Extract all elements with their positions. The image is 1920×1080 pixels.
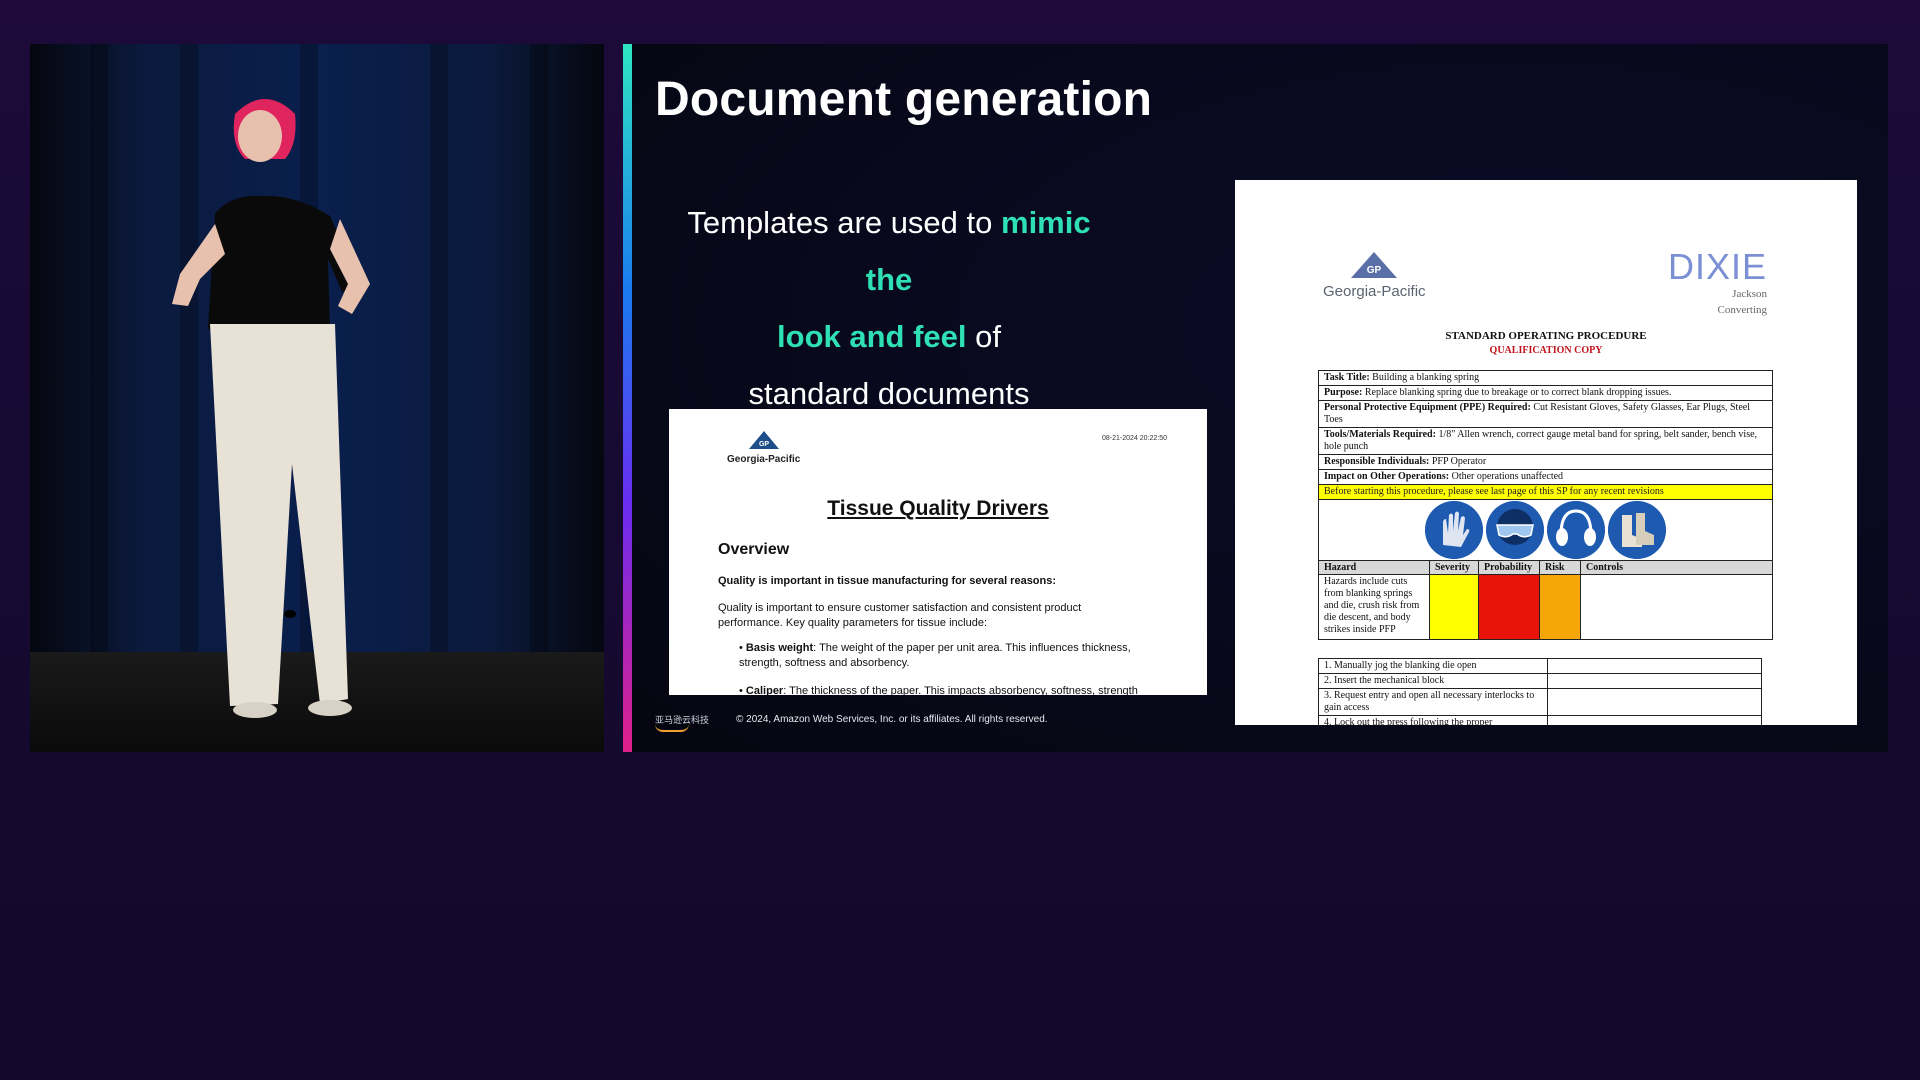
step-text: 4. Lock out the press following the prop… (1319, 716, 1548, 725)
controls-header: Controls (1580, 561, 1772, 575)
slide-title: Document generation (655, 73, 1153, 126)
document-intro: Quality is important to ensure customer … (718, 602, 1082, 629)
lead-highlight: look and feel (777, 319, 967, 354)
speaker-video (30, 44, 604, 752)
presentation-slide: Document generation Templates are used t… (623, 44, 1888, 752)
field-label: Impact on Other Operations: (1324, 471, 1450, 482)
bullet-term: Caliper (745, 685, 784, 695)
field-label: Purpose: (1324, 387, 1363, 398)
procedure-step: 4. Lock out the press following the prop… (1319, 716, 1761, 725)
field-label: Tools/Materials Required: (1324, 429, 1436, 440)
risk-header: Risk (1539, 561, 1581, 575)
field-label: Responsible Individuals: (1324, 456, 1430, 467)
ear-protection-icon (1547, 501, 1605, 559)
gp-logo: GP Georgia-Pacific (1323, 252, 1426, 300)
aws-logo-text: 亚马逊云科技 (655, 715, 710, 725)
sop-form: Task Title: Building a blanking spring P… (1318, 370, 1773, 640)
field-label: Personal Protective Equipment (PPE) Requ… (1324, 402, 1531, 413)
document-intro-bold: Quality is important in tissue manufactu… (718, 575, 1057, 587)
document-title: Tissue Quality Drivers (827, 497, 1049, 520)
safety-glasses-icon (1486, 501, 1544, 559)
procedure-step: 3. Request entry and open all necessary … (1319, 689, 1761, 716)
document-heading: Overview (718, 541, 790, 558)
sop-field: Tools/Materials Required: 1/8" Allen wre… (1319, 428, 1772, 455)
probability-cell (1478, 574, 1540, 639)
severity-header: Severity (1429, 561, 1479, 575)
hazard-header: Hazard (1319, 561, 1430, 575)
lead-text-part: of (966, 319, 1001, 354)
gp-logo-mark: GP (759, 441, 769, 448)
lead-text-part: Templates are used to (687, 205, 1001, 240)
gp-logo: GP Georgia-Pacific (727, 431, 800, 465)
sop-subheading: QUALIFICATION COPY (1489, 345, 1603, 356)
sop-heading: STANDARD OPERATING PROCEDURE (1445, 330, 1647, 342)
procedure-steps: 1. Manually jog the blanking die open 2.… (1318, 658, 1762, 725)
dixie-logo-sub: Converting (1717, 304, 1768, 316)
bullet-item: • Caliper: The thickness of the paper. T… (739, 685, 1138, 695)
document-timestamp: 08-21-2024 20:22:50 (1102, 435, 1167, 442)
gp-logo-text: Georgia-Pacific (727, 454, 801, 465)
slide-lead-text: Templates are used to mimic the look and… (673, 194, 1105, 422)
field-value: Other operations unaffected (1449, 471, 1564, 482)
sop-field: Purpose: Replace blanking spring due to … (1319, 386, 1772, 401)
gloves-icon (1425, 501, 1483, 559)
step-text: 1. Manually jog the blanking die open (1319, 659, 1548, 673)
dixie-logo-sub: Jackson (1732, 288, 1767, 300)
speaker-figure (172, 99, 370, 718)
procedure-step: 2. Insert the mechanical block (1319, 674, 1761, 689)
hazard-cell: Hazards include cuts from blanking sprin… (1319, 574, 1430, 639)
step-text: 3. Request entry and open all necessary … (1319, 689, 1548, 715)
steel-toe-boots-icon (1608, 501, 1666, 559)
sop-field: Task Title: Building a blanking spring (1319, 371, 1772, 386)
controls-cell (1581, 575, 1773, 640)
severity-cell (1429, 574, 1479, 639)
aws-smile-icon (655, 724, 689, 732)
field-label: Task Title: (1324, 372, 1370, 383)
copyright-notice: © 2024, Amazon Web Services, Inc. or its… (736, 714, 1048, 725)
step-text: 2. Insert the mechanical block (1319, 674, 1548, 688)
bullet-item: • Basis weight: The weight of the paper … (739, 642, 1131, 669)
aws-logo: 亚马逊云科技 (655, 713, 709, 732)
dixie-logo-text: DIXIE (1667, 246, 1767, 287)
procedure-step: 1. Manually jog the blanking die open (1319, 659, 1761, 674)
field-value: Replace blanking spring due to breakage … (1362, 387, 1672, 398)
risk-cell (1539, 574, 1581, 639)
gp-logo-mark: GP (1367, 265, 1382, 276)
bullet-term: Basis weight (745, 642, 814, 654)
sop-field: Responsible Individuals: PFP Operator (1319, 455, 1772, 470)
field-value: Building a blanking spring (1369, 372, 1480, 383)
gp-triangle-icon: GP (748, 431, 779, 449)
field-value: PFP Operator (1429, 456, 1487, 467)
ppe-icon-row (1319, 500, 1772, 561)
sop-field: Impact on Other Operations: Other operat… (1319, 470, 1772, 485)
probability-header: Probability (1478, 561, 1540, 575)
tissue-quality-document: GP Georgia-Pacific 08-21-2024 20:22:50 T… (669, 409, 1207, 695)
sop-field: Personal Protective Equipment (PPE) Requ… (1319, 401, 1772, 428)
bullet-text: : The thickness of the paper. This impac… (783, 685, 1138, 695)
sop-warning: Before starting this procedure, please s… (1319, 485, 1772, 500)
slide-accent-bar (623, 44, 632, 752)
lead-text-part: standard documents (748, 376, 1030, 411)
dixie-logo: DIXIE Jackson Converting (1668, 248, 1767, 318)
gp-triangle-icon: GP (1351, 252, 1398, 278)
hazard-table: Hazard Severity Probability Risk Control… (1319, 561, 1772, 639)
sop-document: GP Georgia-Pacific DIXIE Jackson Convert… (1235, 180, 1857, 725)
gp-logo-text: Georgia-Pacific (1323, 283, 1426, 300)
